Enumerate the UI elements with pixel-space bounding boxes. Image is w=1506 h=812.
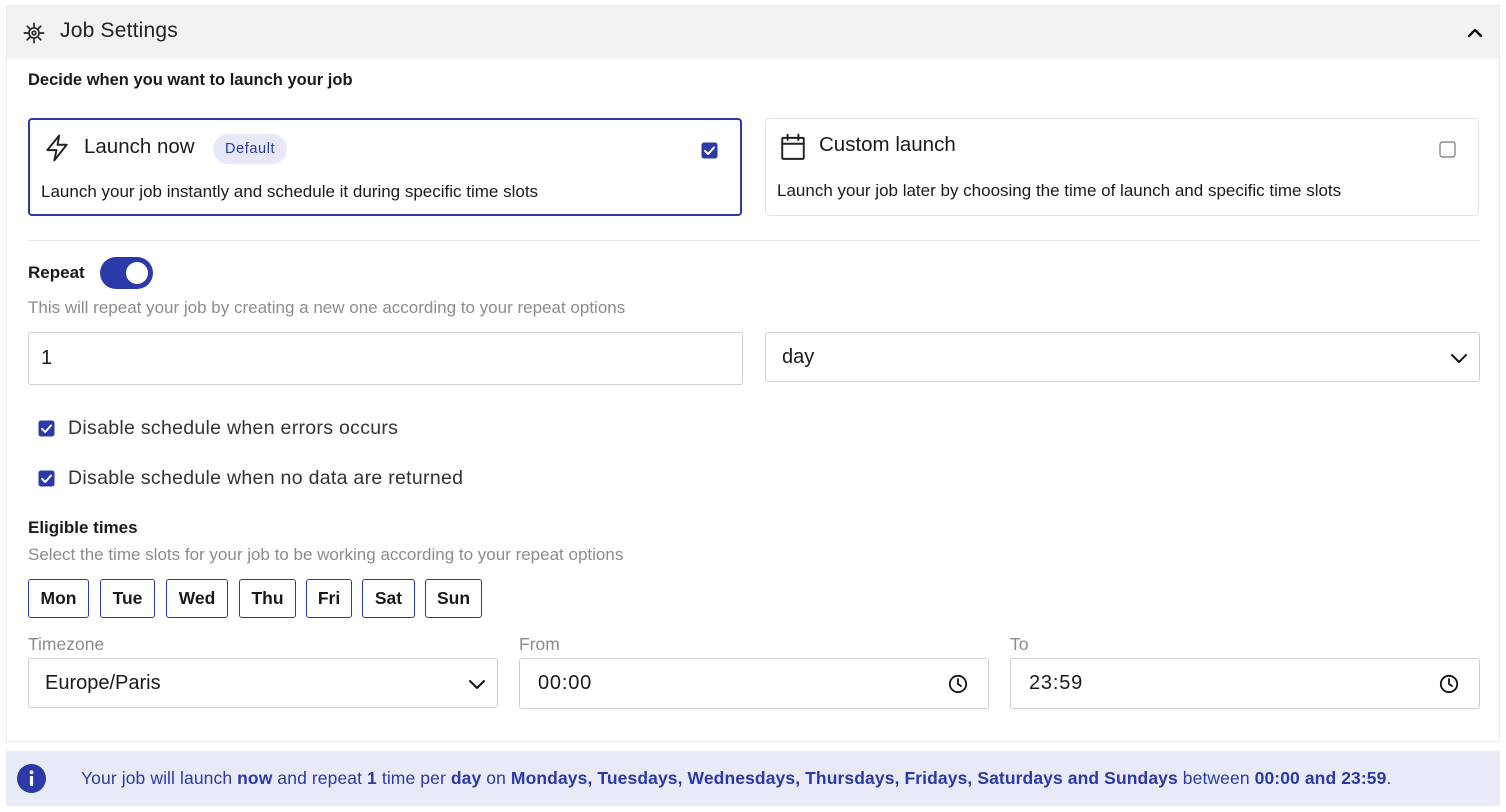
disable-on-errors-label: Disable schedule when errors occurs [68, 416, 399, 439]
eligible-times-label: Eligible times [28, 518, 138, 537]
launch-now-title: Launch now [84, 135, 195, 158]
summary-text: Your job will launch now and repeat 1 ti… [81, 768, 1391, 789]
disable-on-no-data-option[interactable]: Disable schedule when no data are return… [38, 466, 463, 490]
day-button-wed[interactable]: Wed [166, 579, 228, 618]
summary-t3: time per [376, 768, 451, 788]
repeat-unit-select[interactable]: day [765, 332, 1480, 382]
from-time-input[interactable]: 00:00 [519, 658, 989, 709]
launch-now-card[interactable]: Launch now Default Launch your job insta… [28, 118, 742, 216]
chevron-down-icon [469, 680, 485, 689]
calendar-icon [781, 133, 805, 160]
launch-section-label: Decide when you want to launch your job [28, 71, 353, 89]
clock-icon[interactable] [948, 674, 968, 694]
day-button-tue[interactable]: Tue [100, 579, 155, 618]
toggle-knob [126, 262, 148, 284]
info-icon [17, 764, 46, 793]
from-label: From [519, 634, 560, 654]
timezone-label: Timezone [28, 634, 105, 654]
day-button-sat[interactable]: Sat [362, 579, 415, 618]
to-label: To [1010, 634, 1029, 654]
disable-on-no-data-label: Disable schedule when no data are return… [68, 466, 464, 489]
custom-launch-checkbox[interactable] [1439, 141, 1456, 158]
repeat-toggle[interactable] [100, 257, 153, 289]
summary-unit: day [450, 768, 482, 788]
launch-now-checkbox[interactable] [701, 142, 718, 159]
summary-t6: . [1386, 768, 1392, 788]
day-button-sun[interactable]: Sun [425, 579, 482, 618]
day-button-fri[interactable]: Fri [306, 579, 352, 618]
custom-launch-description: Launch your job later by choosing the ti… [777, 181, 1342, 200]
custom-launch-title: Custom launch [819, 133, 956, 156]
default-badge: Default [213, 134, 288, 164]
summary-t1: Your job will launch [81, 768, 238, 788]
repeat-help-text: This will repeat your job by creating a … [28, 298, 626, 317]
summary-range: 00:00 and 23:59 [1254, 768, 1387, 788]
repeat-count-input[interactable]: 1 [28, 332, 743, 385]
to-time-value: 23:59 [1029, 672, 1084, 694]
panel-header[interactable]: Job Settings [7, 6, 1499, 59]
launch-now-description: Launch your job instantly and schedule i… [41, 182, 539, 201]
disable-on-no-data-checkbox[interactable] [38, 470, 55, 487]
timezone-value: Europe/Paris [45, 672, 161, 694]
clock-icon[interactable] [1439, 674, 1459, 694]
day-button-mon[interactable]: Mon [28, 579, 89, 618]
eligible-times-help: Select the time slots for your job to be… [28, 545, 624, 564]
summary-t4: on [481, 768, 511, 788]
from-time-value: 00:00 [538, 672, 593, 694]
panel-title: Job Settings [60, 19, 178, 42]
summary-count: 1 [367, 768, 377, 788]
day-button-thu[interactable]: Thu [239, 579, 296, 618]
divider [28, 240, 1480, 241]
custom-launch-card[interactable]: Custom launch Launch your job later by c… [765, 118, 1479, 216]
lightning-icon [46, 134, 68, 162]
chevron-up-icon[interactable] [1465, 23, 1485, 43]
gear-icon [23, 22, 45, 44]
repeat-label: Repeat [28, 263, 85, 282]
repeat-unit-value: day [782, 346, 815, 368]
summary-days: Mondays, Tuesdays, Wednesdays, Thursdays… [510, 768, 1178, 788]
timezone-select[interactable]: Europe/Paris [28, 658, 498, 708]
summary-banner: Your job will launch now and repeat 1 ti… [6, 751, 1500, 806]
disable-on-errors-checkbox[interactable] [38, 420, 55, 437]
chevron-down-icon [1451, 354, 1467, 363]
to-time-input[interactable]: 23:59 [1010, 658, 1480, 709]
summary-t5: between [1177, 768, 1255, 788]
disable-on-errors-option[interactable]: Disable schedule when errors occurs [38, 416, 398, 440]
summary-t2: and repeat [272, 768, 368, 788]
summary-launch-mode: now [237, 768, 273, 788]
